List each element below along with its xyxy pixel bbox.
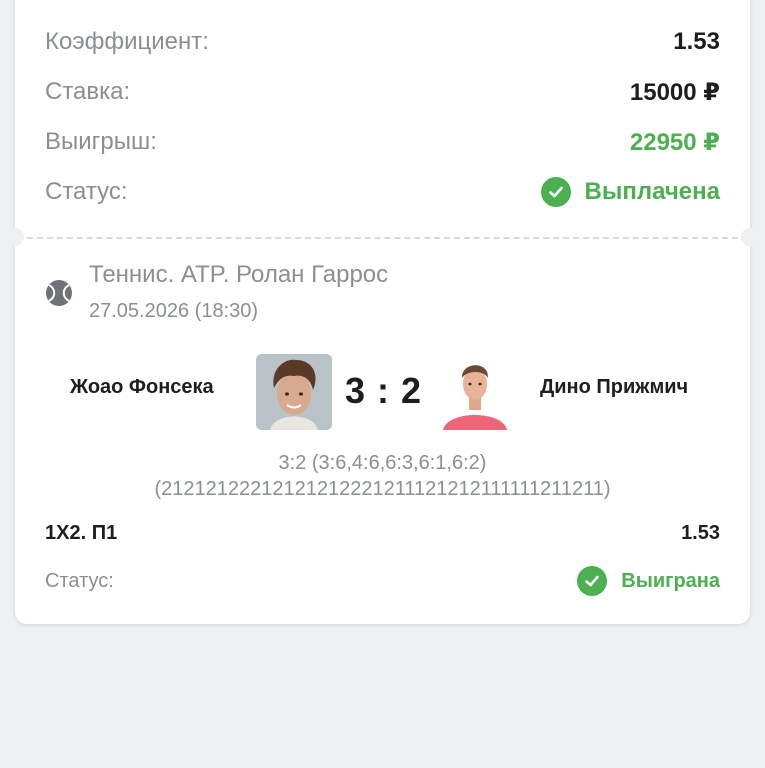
tennis-ball-icon [45, 279, 73, 307]
team1-avatar [256, 354, 332, 430]
team2-avatar [437, 354, 513, 430]
winnings-label: Выигрыш: [45, 128, 157, 155]
bet-ticket-card: Коэффициент: 1.53 Ставка: 15000 ₽ Выигры… [6, 0, 759, 624]
bet-status-value: Выиграна [621, 569, 720, 592]
sets-detail: 3:2 (3:6,4:6,6:3,6:1,6:2) [278, 452, 487, 474]
payout-status-value: Выплачена [584, 178, 720, 205]
coefficient-value: 1.53 [673, 28, 720, 55]
payout-status-row: Статус: Выплачена [45, 174, 720, 210]
check-circle-icon [577, 566, 608, 596]
ticket-notch-left [6, 228, 24, 246]
team2-name: Дино Прижмич [540, 376, 689, 398]
bet-outcome-row: 1X2. П1 1.53 [45, 522, 720, 545]
bet-odds: 1.53 [681, 522, 720, 544]
coefficient-row: Коэффициент: 1.53 [45, 24, 720, 60]
match-row: Жоао Фонсека 3 : 2 Дино Прижмич [15, 354, 750, 430]
stake-row: Ставка: 15000 ₽ [45, 74, 720, 110]
event-date: 27.05.2026 (18:30) [89, 300, 259, 322]
winnings-value: 22950 ₽ [629, 128, 720, 156]
coefficient-label: Коэффициент: [45, 28, 209, 55]
event-header: Теннис. ATP. Ролан Гаррос 27.05.2026 (18… [45, 260, 388, 326]
payout-status-label: Статус: [45, 178, 128, 205]
team1-name: Жоао Фонсека [70, 376, 214, 398]
bet-status-row: Статус: Выиграна [45, 566, 720, 596]
event-title: Теннис. ATP. Ролан Гаррос [89, 261, 389, 288]
check-circle-icon [540, 177, 571, 207]
points-detail: (212121222121212122212111212121111112112… [154, 478, 611, 500]
ticket-divider [27, 237, 738, 239]
bet-status: Выиграна [577, 566, 720, 596]
payout-status: Выплачена [540, 177, 720, 207]
winnings-row: Выигрыш: 22950 ₽ [45, 124, 720, 160]
bet-status-label: Статус: [45, 569, 114, 592]
ticket-notch-right [741, 228, 759, 246]
stake-label: Ставка: [45, 78, 131, 105]
stake-value: 15000 ₽ [629, 78, 720, 106]
match-score: 3 : 2 [345, 370, 423, 411]
bet-market: 1X2. П1 [45, 522, 118, 544]
